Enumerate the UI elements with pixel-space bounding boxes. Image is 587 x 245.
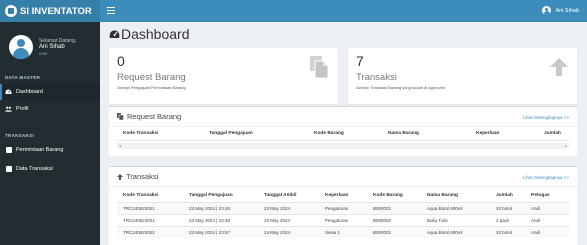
arrow-up-icon [117,173,123,180]
table-cell: 20 botol [496,230,513,235]
scroll-right-icon[interactable] [565,144,567,147]
sidebar-item-label: Profil [16,106,29,112]
scroll-left-icon[interactable] [119,144,121,147]
table-cell: 23 May 2024 | 23:57 [189,230,230,235]
column-header[interactable]: Jumlah [496,193,513,198]
page-title-text: Dashboard [121,26,190,42]
table-cell: Pengaturan [325,206,349,211]
users-icon [5,106,12,112]
table-cell: Sekai 1 [325,230,341,235]
table-cell: 23 May 2024 | 23:48 [189,218,230,223]
user-menu[interactable]: Ani Sihab [542,6,579,15]
column-header[interactable]: Tanggal Ambil [264,193,297,198]
sidebar-item-data-transaksi[interactable]: Data Transaksi [0,161,100,177]
column-header[interactable]: Nama Barang [388,131,419,136]
copy-document-icon [310,56,329,78]
column-header[interactable]: Keperluan [476,131,499,136]
transaksi-see-more-link[interactable]: Lihat Selengkapnya >> [523,175,569,180]
request-see-more-link[interactable]: Lihat Selengkapnya >> [523,115,569,120]
table-cell: B000002 [373,218,392,223]
table-cell: Aqua Botol 600ml [427,230,463,235]
user-status: user [39,50,48,56]
transaksi-panel: Transaksi Lihat Selengkapnya >> Kode Tra… [109,166,577,245]
table-cell: Buku Tulis [427,218,448,223]
sidebar-item-label: Dashboard [16,89,43,95]
top-navbar: Ani Sihab [100,0,587,22]
table-icon [5,147,12,153]
column-header[interactable]: Kode Transaksi [123,193,158,198]
top-user-name: Ani Sihab [555,7,579,14]
menu-header-master: DATA MASTER [5,75,41,80]
sidebar-item-profil[interactable]: Profil [0,101,100,117]
table-cell: TRC240523001 [123,206,155,211]
column-header[interactable]: Tanggal Pengajuan [189,193,233,198]
transaksi-count: 7 [356,53,364,69]
column-header[interactable]: Nama Barang [427,193,458,198]
table-cell: 20 botol [496,206,513,211]
panel-title-text: Request Barang [127,112,182,121]
request-count: 0 [117,53,125,69]
column-header[interactable]: Kode Transaksi [123,131,158,136]
user-avatar-icon [9,35,33,59]
copy-document-icon [117,113,124,120]
table-cell: B000001 [373,230,392,235]
sidebar-toggle-icon[interactable] [107,7,115,14]
column-header[interactable]: Kode Barang [314,131,344,136]
table-icon [5,166,12,172]
transaksi-subtitle: Jumlah Transaksi Barang yang sudah di Ap… [356,85,446,90]
column-header[interactable]: Kode Barang [373,193,403,198]
column-header[interactable]: Tanggal Pengajuan [209,131,253,136]
user-avatar-icon [542,6,552,15]
table-cell: Andi [531,218,541,223]
brand-name: SI INVENTATOR [20,5,92,17]
table-cell: Aqua Botol 600ml [427,206,463,211]
table-cell: 24 May 2024 [264,230,291,235]
table-cell: Andi [531,230,541,235]
request-label: Request Barang [117,72,186,83]
table-cell: 23 May 2024 | 23:48 [189,206,230,211]
menu-header-transaksi: TRANSAKSI [5,133,34,138]
user-panel: Selamat Datang, Ani Sihab user [0,22,100,72]
sidebar-item-label: Data Transaksi [16,166,53,172]
table-cell: 23 May 2024 [264,206,291,211]
user-greeting: Selamat Datang, [39,37,77,44]
table-cell: Andi [531,206,541,211]
sidebar-item-permintaan-barang[interactable]: Permintaan Barang [0,142,100,158]
request-barang-panel: Request Barang Lihat Selengkapnya >> Kod… [109,106,577,156]
request-subtitle: Jumlah Pengajuan Permintaan Barang [117,85,186,90]
table-cell: TRC240523002 [123,230,155,235]
sidebar-item-label: Permintaan Barang [16,147,64,153]
page-title: Dashboard [109,26,190,42]
inventory-logo-icon [5,5,17,17]
table-cell: 23 May 2024 [264,218,291,223]
column-header[interactable]: Petugas [531,193,550,198]
arrow-up-icon [550,58,568,76]
sidebar: SI INVENTATOR Selamat Datang, Ani Sihab … [0,0,100,245]
dashboard-icon [5,89,12,95]
table-cell: TRC240523001 [123,218,155,223]
transaksi-box: 7 Transaksi Jumlah Transaksi Barang yang… [348,48,577,104]
sidebar-item-dashboard[interactable]: Dashboard [0,84,100,100]
column-header[interactable]: Jumlah [544,131,561,136]
panel-title-text: Transaksi [126,172,159,181]
column-header[interactable]: Keperluan [325,193,348,198]
user-name: Ani Sihab [39,43,65,50]
brand-logo[interactable]: SI INVENTATOR [0,0,100,22]
horizontal-scrollbar[interactable] [117,143,569,149]
table-cell: B000001 [373,206,392,211]
panel-title: Transaksi [117,172,158,181]
transaksi-label: Transaksi [356,72,397,83]
table-cell: Pengaturan [325,218,349,223]
dashboard-icon [109,29,120,38]
table-cell: 2 pack [496,218,510,223]
panel-title: Request Barang [117,112,181,121]
request-barang-box: 0 Request Barang Jumlah Pengajuan Permin… [109,48,338,104]
